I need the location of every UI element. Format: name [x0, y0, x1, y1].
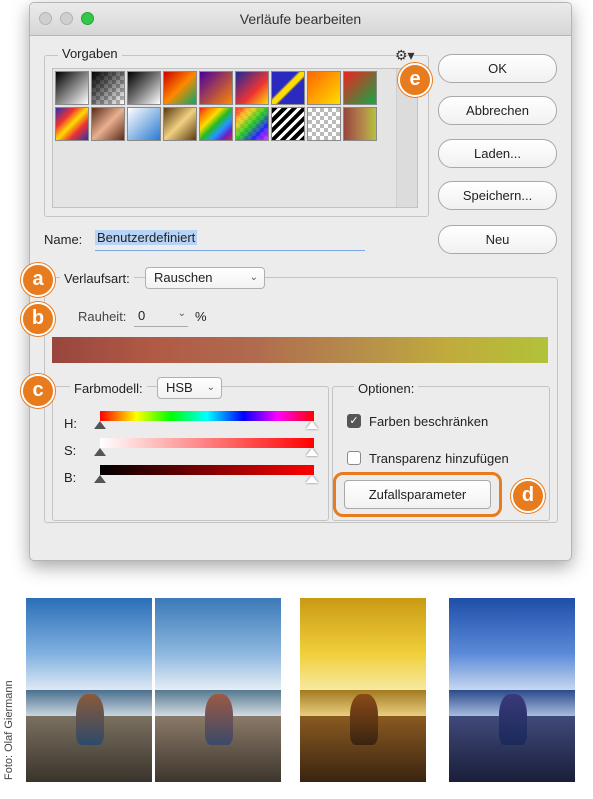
name-label: Name: [44, 232, 83, 247]
name-value: Benutzerdefiniert [95, 230, 198, 245]
preset-swatch[interactable] [163, 107, 197, 141]
preset-swatch[interactable] [235, 71, 269, 105]
gear-icon[interactable]: ⚙▾ [395, 47, 415, 64]
gradient-preview-bar[interactable] [52, 337, 548, 363]
name-field[interactable]: Benutzerdefiniert [95, 230, 365, 251]
preset-swatch[interactable] [163, 71, 197, 105]
preset-swatch[interactable] [235, 107, 269, 141]
hue-max-handle[interactable] [306, 421, 318, 429]
color-model-value: HSB [166, 380, 193, 395]
hue-slider[interactable] [100, 411, 314, 421]
roughness-field[interactable]: 0 ⌄ [134, 306, 188, 327]
saturation-max-handle[interactable] [306, 448, 318, 456]
photo-variant-yellow [300, 598, 426, 782]
add-transparency-label: Transparenz hinzufügen [369, 451, 509, 466]
saturation-min-handle[interactable] [94, 448, 106, 456]
add-transparency-checkbox[interactable] [347, 451, 361, 465]
brightness-slider[interactable] [100, 465, 314, 475]
preset-swatch[interactable] [307, 107, 341, 141]
preset-swatch[interactable] [271, 107, 305, 141]
restrict-colors-label: Farben beschränken [369, 414, 489, 429]
color-model-label: Farbmodell: [70, 381, 147, 396]
annotation-badge-b: b [21, 302, 55, 336]
annotation-badge-d: d [511, 479, 545, 513]
preset-swatch[interactable] [199, 107, 233, 141]
title-bar: Verläufe bearbeiten [30, 3, 571, 36]
roughness-value: 0 [138, 308, 146, 323]
new-button[interactable]: Neu [438, 225, 557, 254]
roughness-unit: % [195, 309, 207, 324]
restrict-colors-checkbox[interactable]: ✓ [347, 414, 361, 428]
photo-variant-blue [449, 598, 575, 782]
saturation-label: S: [64, 443, 77, 458]
annotation-badge-e: e [398, 63, 432, 97]
options-legend: Optionen: [354, 381, 419, 396]
gradient-type-label: Verlaufsart: [60, 271, 134, 286]
hue-min-handle[interactable] [94, 421, 106, 429]
ok-button[interactable]: OK [438, 54, 557, 83]
saturation-slider[interactable] [100, 438, 314, 448]
randomize-button[interactable]: Zufallsparameter [344, 480, 491, 509]
brightness-min-handle[interactable] [94, 475, 106, 483]
photo-variant-1 [155, 598, 281, 782]
preset-swatch[interactable] [91, 71, 125, 105]
annotation-badge-a: a [21, 263, 55, 297]
brightness-label: B: [64, 470, 77, 485]
preset-swatch[interactable] [55, 107, 89, 141]
preset-grid [52, 68, 418, 208]
chevron-down-icon: ⌄ [177, 308, 186, 319]
gradient-type-select[interactable]: Rauschen ⌄ [145, 267, 265, 289]
photo-credit: Foto: Olaf Giermann [3, 680, 15, 780]
brightness-max-handle[interactable] [306, 475, 318, 483]
presets-legend: Vorgaben [58, 46, 122, 61]
load-button[interactable]: Laden... [438, 139, 557, 168]
cancel-button[interactable]: Abbrechen [438, 96, 557, 125]
hue-label: H: [64, 416, 77, 431]
chevron-down-icon: ⌄ [249, 272, 258, 283]
preset-swatch[interactable] [343, 107, 377, 141]
preset-swatch[interactable] [127, 107, 161, 141]
preset-swatch[interactable] [55, 71, 89, 105]
preset-swatch[interactable] [307, 71, 341, 105]
chevron-down-icon: ⌄ [206, 382, 215, 393]
window-title: Verläufe bearbeiten [239, 11, 362, 27]
preset-swatch[interactable] [127, 71, 161, 105]
roughness-label: Rauheit: [78, 309, 127, 324]
gradient-type-value: Rauschen [154, 270, 213, 285]
preset-swatch[interactable] [343, 71, 377, 105]
preset-swatch[interactable] [271, 71, 305, 105]
color-model-select[interactable]: HSB ⌄ [157, 377, 222, 399]
preset-swatch[interactable] [199, 71, 233, 105]
annotation-badge-c: c [21, 374, 55, 408]
preset-swatch[interactable] [91, 107, 125, 141]
photo-original [26, 598, 152, 782]
save-button[interactable]: Speichern... [438, 181, 557, 210]
